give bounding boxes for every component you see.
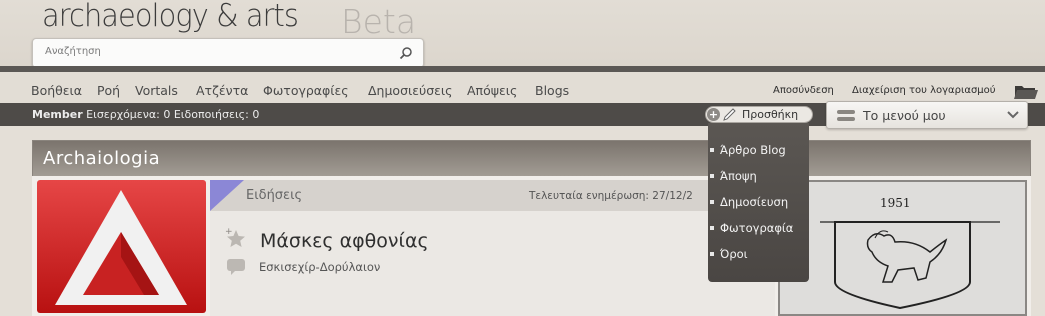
nav-item-photos[interactable]: Φωτογραφίες [263,83,349,98]
dropdown-item-photo[interactable]: Φωτογραφία [708,217,809,239]
search-box[interactable] [32,38,424,68]
logout-link[interactable]: Αποσύνδεση [773,85,834,96]
nav-item-blogs[interactable]: Blogs [535,83,569,98]
beta-label: Beta [341,2,417,41]
inbox-label[interactable]: Εισερχόμενα: [86,108,160,121]
bullet-icon [710,148,714,152]
comment-icon [227,259,245,275]
search-icon[interactable] [399,46,413,60]
panel-title-bar: Archaiologia [32,140,1031,176]
site-logo[interactable]: archaeology & arts [42,0,299,34]
folder-icon[interactable] [1013,81,1039,101]
nav-item-vortals[interactable]: Vortals [135,83,178,98]
bullet-icon [710,200,714,204]
add-dropdown-menu: Άρθρο Blog Άποψη Δημοσίευση Φωτογραφία Ό… [708,123,809,282]
article-subtitle: Εσκισεχίρ-Δορύλαιον [259,260,381,274]
site-header: archaeology & arts Beta [0,0,1045,68]
bullet-icon [710,226,714,230]
dropdown-item-label: Άρθρο Blog [720,143,786,157]
panel-title: Archaiologia [43,148,161,169]
dropdown-item-terms[interactable]: Όροι [708,243,809,265]
emblem-year: 1951 [880,196,911,210]
inbox-count: 0 [163,108,171,121]
logo-a-icon [55,190,187,305]
corner-flag-icon [210,180,244,211]
notifications-count: 0 [252,108,260,121]
nav-item-agenda[interactable]: Ατζέντα [196,83,248,98]
bullet-icon [710,252,714,256]
vortal-logo[interactable] [37,180,206,313]
search-input[interactable] [45,46,385,57]
bullet-icon [710,174,714,178]
dropdown-item-label: Φωτογραφία [720,221,794,235]
status-text: Member Εισερχόμενα: 0 Ειδοποιήσεις: 0 [32,108,259,121]
article-title[interactable]: Μάσκες αφθονίας [260,230,429,252]
nav-item-help[interactable]: Βοήθεια [31,83,82,98]
chevron-down-icon [1007,111,1019,119]
news-section-label: Ειδήσεις [246,188,303,203]
dropdown-item-label: Όροι [720,247,748,261]
pencil-icon [723,108,736,121]
dropdown-item-label: Άποψη [720,169,757,183]
last-updated: Τελευταία ενημέρωση: 27/12/2 [529,190,693,202]
dropdown-item-opinion[interactable]: Άποψη [708,165,809,187]
add-button[interactable]: + Προσθήκη [705,106,813,123]
notifications-label[interactable]: Ειδοποιήσεις: [174,108,249,121]
dropdown-item-publication[interactable]: Δημοσίευση [708,191,809,213]
emblem-image[interactable]: 1951 [778,180,1027,316]
svg-text:+: + [225,227,233,237]
dropdown-item-label: Δημοσίευση [720,195,789,209]
nav-item-opinions[interactable]: Απόψεις [467,83,517,98]
plus-icon: + [707,108,720,121]
my-menu-label: Το μενού μου [863,108,946,123]
menu-icon [837,110,855,121]
member-label: Member [32,108,83,121]
account-link[interactable]: Διαχείριση του λογαριασμού [852,85,996,96]
dropdown-item-blog[interactable]: Άρθρο Blog [708,139,809,161]
add-button-label: Προσθήκη [742,108,799,121]
my-menu-dropdown[interactable]: Το μενού μου [826,101,1028,129]
griffin-emblem-icon: 1951 [780,182,1025,314]
add-favorite-star-icon[interactable]: + [224,226,246,248]
main-nav: Βοήθεια Ροή Vortals Ατζέντα Φωτογραφίες … [0,72,1045,103]
nav-item-publications[interactable]: Δημοσιεύσεις [368,83,452,98]
nav-item-feed[interactable]: Ροή [97,83,120,98]
